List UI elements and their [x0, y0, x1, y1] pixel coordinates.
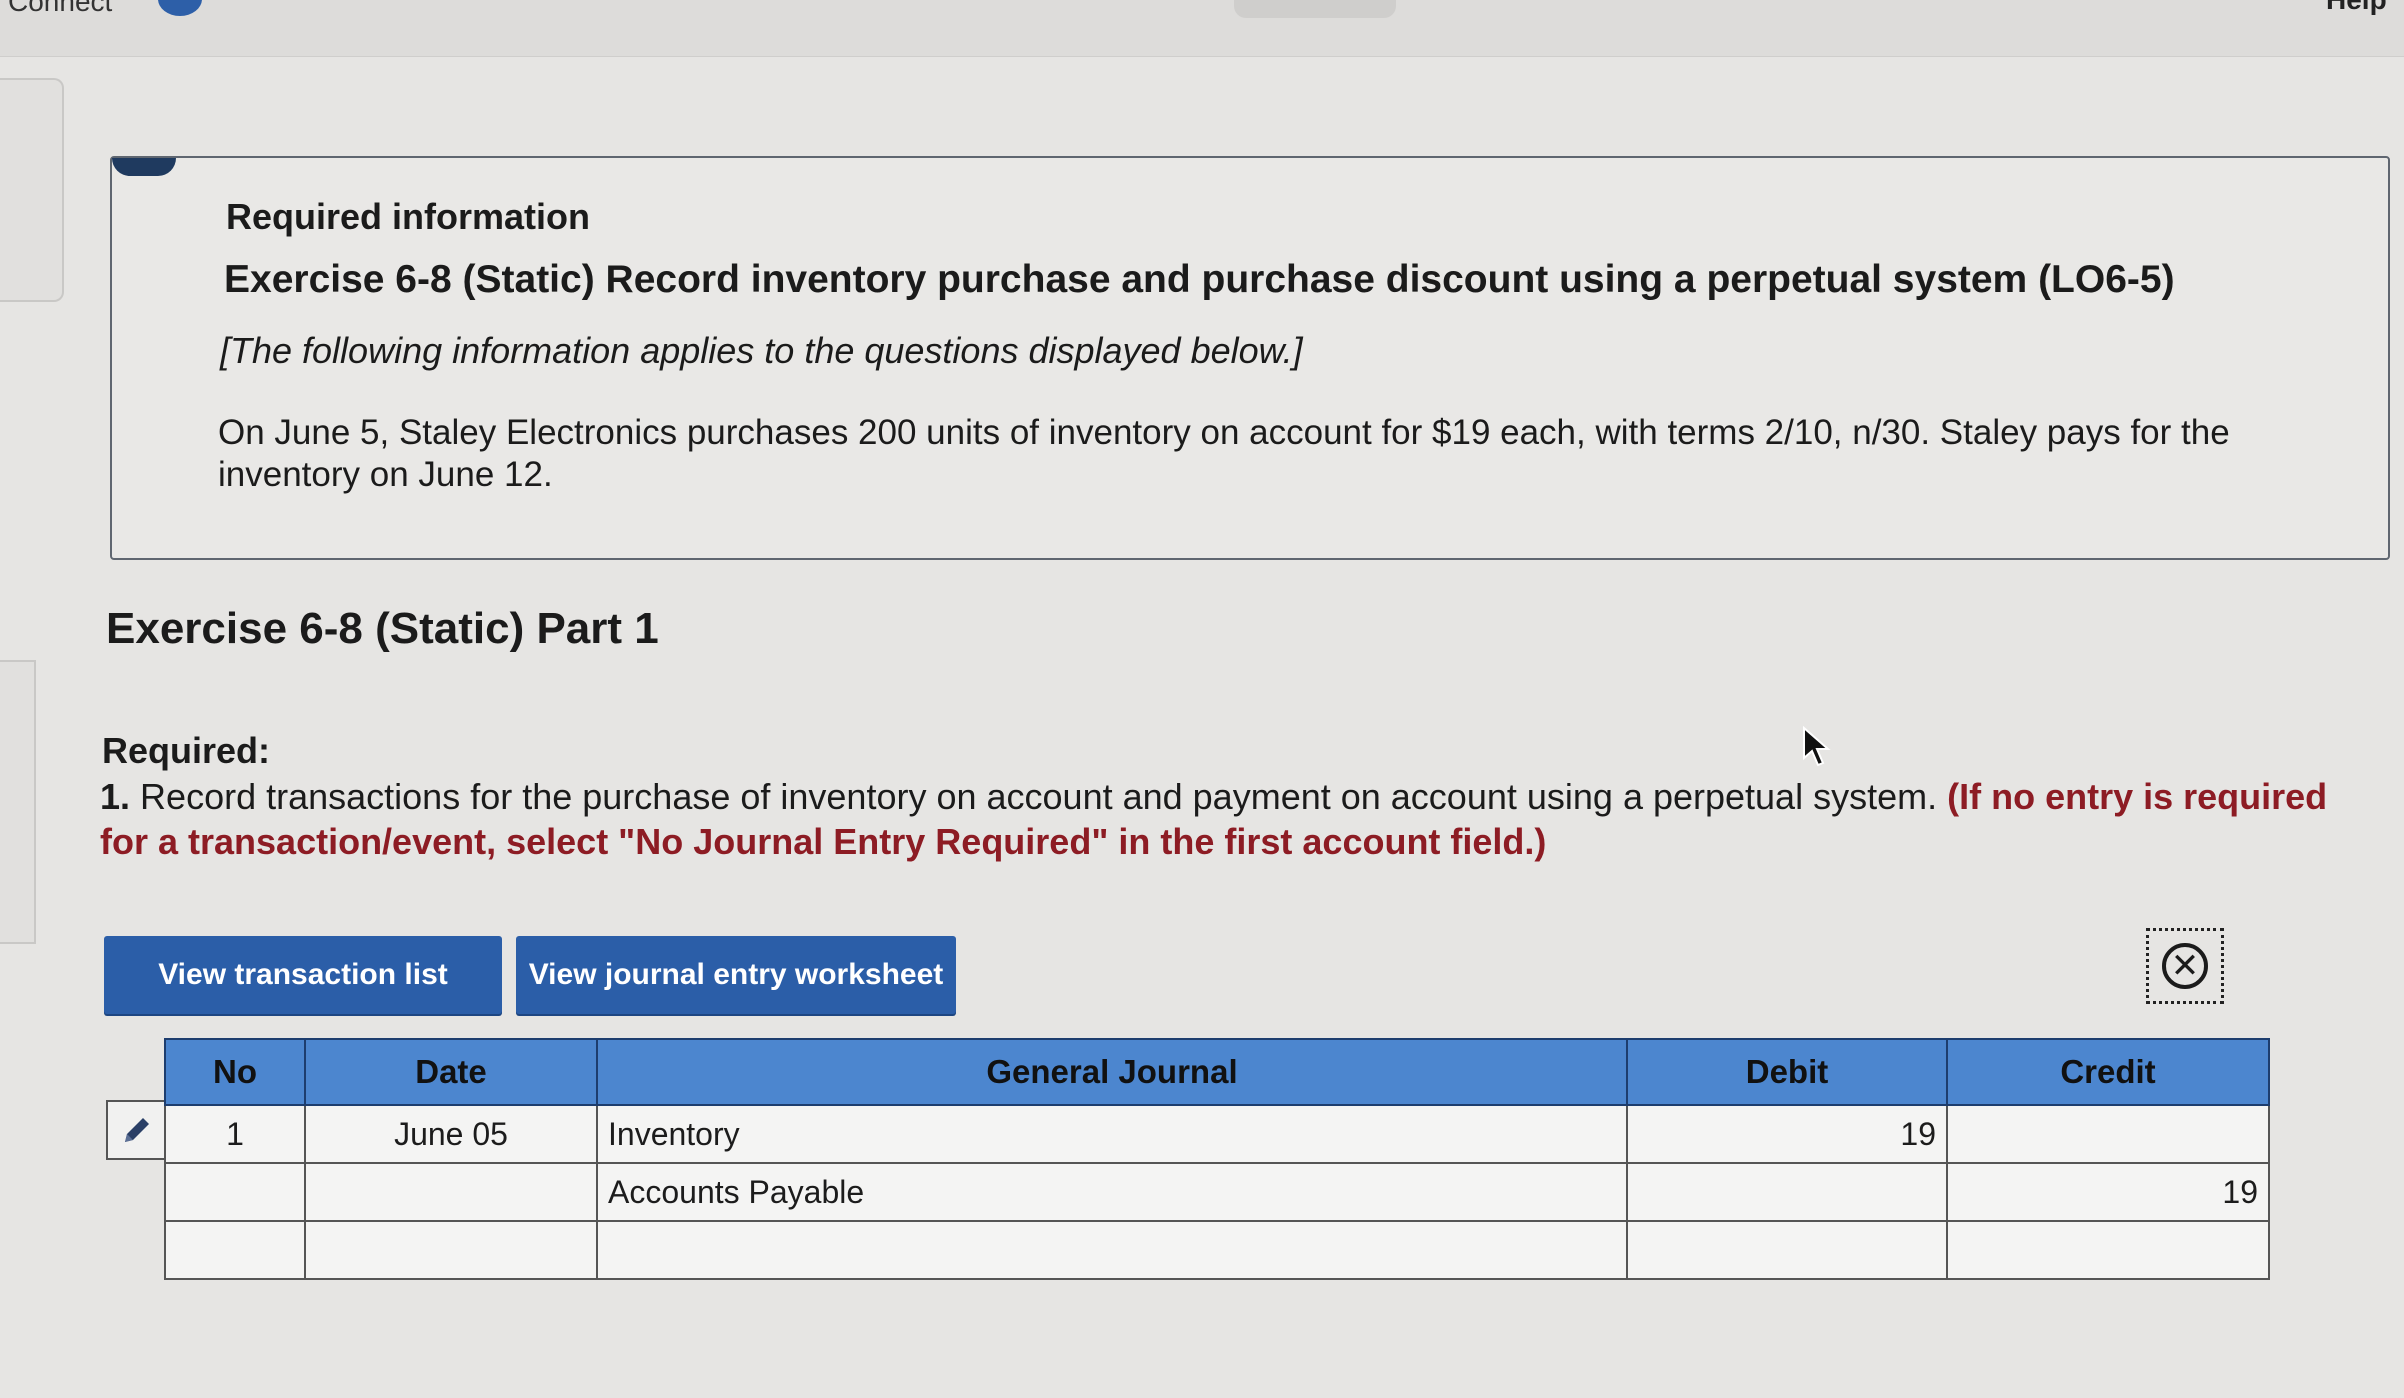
- cell-date: [304, 1162, 598, 1222]
- required-information-box: Required information Exercise 6-8 (Stati…: [110, 156, 2390, 560]
- required-heading: Required:: [102, 730, 271, 771]
- mouse-pointer-icon: [1803, 726, 1831, 767]
- col-credit-header: Credit: [1946, 1038, 2270, 1106]
- pencil-icon: [125, 1118, 149, 1142]
- help-link[interactable]: Help: [2326, 0, 2387, 16]
- table-header-row: No Date General Journal Debit Credit: [164, 1038, 2270, 1106]
- requirement-text: 1. Record transactions for the purchase …: [100, 774, 2340, 864]
- cell-credit: 19: [1946, 1162, 2270, 1222]
- close-button[interactable]: ✕: [2146, 928, 2224, 1004]
- box-corner-tab: [112, 158, 176, 176]
- cell-debit: [1626, 1162, 1948, 1222]
- edit-entry-button[interactable]: [106, 1100, 168, 1160]
- cell-date: June 05: [304, 1104, 598, 1164]
- cell-credit: [1946, 1104, 2270, 1164]
- exercise-title: Exercise 6-8 (Static) Record inventory p…: [224, 258, 2175, 301]
- table-row: 1 June 05 Inventory 19: [164, 1104, 2270, 1164]
- cell-account: Accounts Payable: [596, 1162, 1628, 1222]
- table-row: [164, 1220, 2270, 1280]
- cell-account: [596, 1220, 1628, 1280]
- col-general-journal-header: General Journal: [596, 1038, 1628, 1106]
- exercise-description: On June 5, Staley Electronics purchases …: [218, 413, 2230, 494]
- cell-debit: [1626, 1220, 1948, 1280]
- col-no-header: No: [164, 1038, 306, 1106]
- requirement-number: 1.: [100, 776, 131, 817]
- cell-account: Inventory: [596, 1104, 1628, 1164]
- info-label: Required information: [226, 196, 591, 237]
- view-journal-entry-worksheet-button[interactable]: View journal entry worksheet: [516, 936, 956, 1014]
- cell-no: [164, 1220, 306, 1280]
- general-journal-table: No Date General Journal Debit Credit 1 J…: [164, 1038, 2270, 1280]
- cell-no: 1: [164, 1104, 306, 1164]
- requirement-description: Record transactions for the purchase of …: [140, 776, 1938, 817]
- cell-no: [164, 1162, 306, 1222]
- col-debit-header: Debit: [1626, 1038, 1948, 1106]
- top-tab[interactable]: [1234, 0, 1396, 18]
- app-name: Connect: [8, 0, 113, 17]
- close-circle-icon: ✕: [2162, 943, 2208, 989]
- side-panel-toggle[interactable]: [0, 78, 64, 302]
- table-row: Accounts Payable 19: [164, 1162, 2270, 1222]
- cell-credit: [1946, 1220, 2270, 1280]
- view-transaction-list-button[interactable]: View transaction list: [104, 936, 502, 1014]
- side-rail: [0, 660, 36, 944]
- col-date-header: Date: [304, 1038, 598, 1106]
- top-bar: Connect Help: [0, 0, 2404, 57]
- cell-debit: 19: [1626, 1104, 1948, 1164]
- exercise-note: [The following information applies to th…: [220, 330, 1303, 371]
- part-title: Exercise 6-8 (Static) Part 1: [106, 604, 659, 653]
- cell-date: [304, 1220, 598, 1280]
- notification-badge[interactable]: [158, 0, 202, 16]
